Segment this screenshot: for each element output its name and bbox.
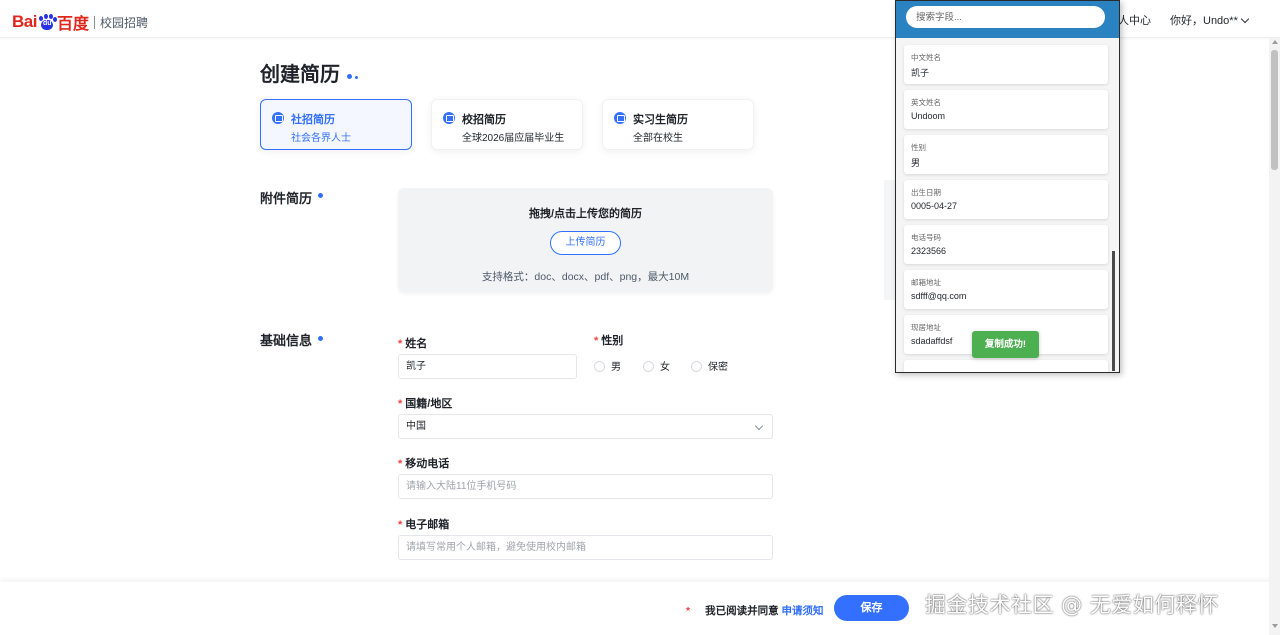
upload-heading: 拖拽/点击上传您的简历 bbox=[528, 208, 643, 220]
resume-type-title: 社招简历 bbox=[291, 114, 335, 126]
field-key: 性别 bbox=[911, 143, 926, 152]
scrollbar-thumb[interactable] bbox=[1271, 50, 1278, 170]
phone-label: * 移动电话 bbox=[398, 458, 450, 470]
panel-scrollbar-thumb[interactable] bbox=[1112, 251, 1115, 371]
resume-type-title: 实习生简历 bbox=[633, 114, 688, 126]
gender-radio-female[interactable]: 女 bbox=[643, 358, 670, 373]
email-label: * 电子邮箱 bbox=[398, 519, 450, 531]
field-card[interactable]: 性别男 bbox=[904, 135, 1108, 174]
page-title: 创建简历 bbox=[260, 64, 340, 86]
resume-type-subtitle: 社会各界人士 bbox=[291, 133, 351, 144]
panel-header bbox=[896, 1, 1119, 38]
resume-type-intern[interactable]: 实习生简历 全部在校生 bbox=[602, 99, 754, 150]
field-card[interactable]: 电话号码 2323566 bbox=[904, 225, 1108, 264]
field-value: sdfff@qq.com bbox=[911, 291, 967, 301]
field-value: 男 bbox=[911, 158, 921, 168]
resume-type-subtitle: 全球2026届应届毕业生 bbox=[462, 133, 565, 144]
logo-paw-text: du bbox=[42, 20, 52, 27]
agreement-checkbox[interactable]: * 我已阅读并同意 申请须知 bbox=[686, 603, 824, 618]
autofill-panel: 中文姓名凯子 英文姓名 Undoom 性别男 出生日期 0005-04-27 电话号… bbox=[895, 0, 1120, 373]
resume-type-subtitle: 全部在校生 bbox=[633, 133, 683, 144]
copy-success-toast: 复制成功! bbox=[972, 331, 1039, 358]
region-label: * 国籍/地区 bbox=[398, 398, 453, 410]
chevron-down-icon bbox=[754, 421, 764, 431]
field-card[interactable]: 邮箱地址 sdfff@qq.com bbox=[904, 270, 1108, 309]
scroll-up-arrow-icon[interactable] bbox=[1272, 40, 1278, 44]
field-card[interactable]: 中文姓名 凯子 bbox=[904, 45, 1108, 84]
gender-radio-male[interactable]: 男 bbox=[594, 358, 621, 373]
attachment-section-label: 附件简历 bbox=[260, 191, 313, 206]
field-key: 出生日期 bbox=[911, 188, 941, 197]
chevron-down-icon bbox=[1240, 14, 1250, 24]
pen-icon bbox=[614, 112, 626, 124]
email-input[interactable]: 请填写常用个人邮箱，避免使用校内邮箱 bbox=[398, 535, 773, 560]
resume-type-social[interactable]: 社招简历 社会各界人士 bbox=[260, 99, 412, 150]
gender-radio-secret[interactable]: 保密 bbox=[691, 358, 728, 373]
field-key: 邮箱地址 bbox=[911, 278, 941, 287]
logo-subtitle: 校园招聘 bbox=[99, 15, 148, 30]
field-value: 0005-04-27 bbox=[911, 201, 958, 211]
personal-center-link[interactable]: 人中心 bbox=[1118, 12, 1151, 28]
resume-type-campus[interactable]: 校招简历 全球2026届应届毕业生 bbox=[431, 99, 583, 150]
field-value: 2323566 bbox=[911, 246, 947, 256]
field-card[interactable]: 出生日期 0005-04-27 bbox=[904, 180, 1108, 219]
title-decoration-dots bbox=[347, 68, 361, 82]
field-card[interactable]: 英文姓名 Undoom bbox=[904, 90, 1108, 129]
field-search-input[interactable] bbox=[906, 6, 1105, 28]
field-key: 中文姓名 bbox=[911, 53, 941, 62]
user-greeting: 你好，Undo** bbox=[1170, 15, 1238, 27]
field-value: sdadaffdsf bbox=[911, 336, 953, 346]
watermark-text: 掘金技术社区 @ 无爱如何释怀 bbox=[925, 593, 1219, 617]
application-notice-link[interactable]: 申请须知 bbox=[782, 605, 824, 617]
section-dot bbox=[318, 336, 323, 341]
upload-resume-button[interactable]: 上传简历 bbox=[550, 231, 621, 255]
name-input[interactable]: 凯子 bbox=[398, 354, 577, 379]
section-dot bbox=[318, 193, 323, 198]
field-key: 电话号码 bbox=[911, 233, 941, 242]
save-button[interactable]: 保存 bbox=[834, 595, 909, 621]
basic-info-section-label: 基础信息 bbox=[260, 333, 313, 348]
field-key: 现居地址 bbox=[911, 323, 941, 332]
logo-du-text: 百度 bbox=[56, 16, 89, 33]
field-card[interactable] bbox=[904, 360, 1108, 372]
upload-dropzone[interactable]: 拖拽/点击上传您的简历 上传简历 支持格式：doc、docx、pdf、png，最… bbox=[398, 188, 773, 292]
region-select[interactable]: 中国 bbox=[398, 414, 773, 439]
resume-type-title: 校招简历 bbox=[462, 114, 506, 126]
field-list: 中文姓名凯子 英文姓名 Undoom 性别男 出生日期 0005-04-27 电话号… bbox=[896, 38, 1111, 372]
paw-icon: du bbox=[38, 14, 57, 30]
user-menu[interactable]: 你好，Undo** bbox=[1170, 12, 1250, 28]
logo-bai-text: Bai bbox=[12, 12, 37, 31]
logo-divider bbox=[93, 15, 95, 29]
upload-formats: 支持格式：doc、docx、pdf、png，最大10M bbox=[481, 271, 690, 283]
scroll-down-arrow-icon[interactable] bbox=[1272, 624, 1278, 628]
graduation-cap-icon bbox=[272, 112, 284, 124]
agreement-text: 我已阅读并同意 bbox=[705, 605, 779, 617]
name-label: * 姓名 bbox=[398, 338, 428, 350]
field-value: 凯子 bbox=[911, 68, 930, 78]
gender-label: * 性别 bbox=[594, 335, 624, 347]
baidu-logo[interactable]: Bai du 百度 校园招聘 bbox=[12, 10, 148, 34]
phone-input[interactable]: 请输入大陆11位手机号码 bbox=[398, 474, 773, 499]
region-select-value: 中国 bbox=[406, 421, 426, 432]
document-icon bbox=[443, 112, 455, 124]
field-value: Undoom bbox=[911, 111, 946, 121]
field-key: 英文姓名 bbox=[911, 98, 941, 107]
